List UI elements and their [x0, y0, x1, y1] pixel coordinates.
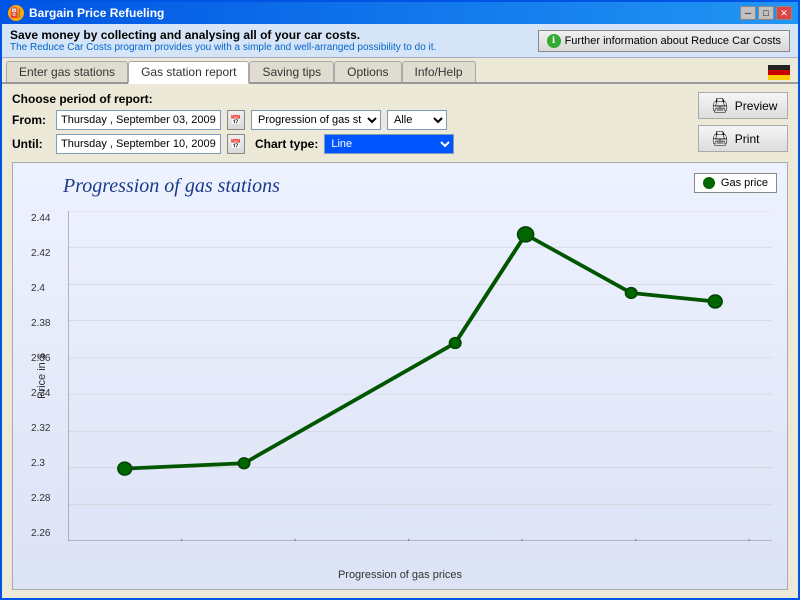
- y-val-6: 2.32: [31, 423, 50, 434]
- data-point-4: [626, 288, 637, 299]
- info-btn-icon: ℹ: [547, 34, 561, 48]
- info-bar: Save money by collecting and analysing a…: [2, 24, 798, 58]
- info-sub-text: The Reduce Car Costs program provides yo…: [10, 42, 436, 53]
- preview-icon: 🖨: [711, 97, 729, 114]
- minimize-button[interactable]: ─: [740, 6, 756, 20]
- y-val-0: 2.44: [31, 213, 50, 224]
- title-bar: ⛽ Bargain Price Refueling ─ □ ✕: [2, 2, 798, 24]
- data-point-0: [118, 462, 132, 475]
- legend-label: Gas price: [721, 177, 768, 189]
- chart-title: Progression of gas stations: [63, 175, 280, 198]
- data-point-3: [518, 227, 534, 242]
- tab-info-help[interactable]: Info/Help: [402, 61, 476, 82]
- period-label: Choose period of report:: [12, 92, 688, 106]
- from-calendar-button[interactable]: 📅: [227, 110, 245, 130]
- until-calendar-button[interactable]: 📅: [227, 134, 245, 154]
- print-label: Print: [735, 132, 760, 146]
- until-row: Until: 📅 Chart type: Line Bar Area: [12, 134, 688, 154]
- window-title: Bargain Price Refueling: [29, 6, 164, 20]
- main-window: ⛽ Bargain Price Refueling ─ □ ✕ Save mon…: [0, 0, 800, 600]
- chart-legend: Gas price: [694, 173, 777, 193]
- app-icon: ⛽: [8, 5, 24, 21]
- tab-options[interactable]: Options: [334, 61, 401, 82]
- print-icon: 🖨: [711, 130, 729, 147]
- chart-type-dropdown[interactable]: Line Bar Area: [324, 134, 454, 154]
- close-button[interactable]: ✕: [776, 6, 792, 20]
- from-label: From:: [12, 113, 50, 127]
- preview-label: Preview: [735, 99, 778, 113]
- further-info-button[interactable]: ℹ Further information about Reduce Car C…: [538, 30, 790, 52]
- tab-enter-gas[interactable]: Enter gas stations: [6, 61, 128, 82]
- chart-container: Progression of gas stations Gas price Pr…: [12, 162, 788, 590]
- until-label: Until:: [12, 137, 50, 151]
- data-point-2: [450, 338, 461, 349]
- controls-area: Choose period of report: From: 📅 Progres…: [12, 92, 788, 154]
- from-row: From: 📅 Progression of gas static Alle: [12, 110, 688, 130]
- y-val-4: 2.36: [31, 353, 50, 364]
- y-val-2: 2.4: [31, 283, 50, 294]
- main-content: Choose period of report: From: 📅 Progres…: [2, 84, 798, 598]
- alle-dropdown[interactable]: Alle: [387, 110, 447, 130]
- german-flag: [768, 65, 790, 80]
- y-val-5: 2.34: [31, 388, 50, 399]
- info-bar-text: Save money by collecting and analysing a…: [10, 28, 436, 53]
- x-axis-label: Progression of gas prices: [338, 569, 462, 581]
- chart-line: [125, 234, 715, 468]
- y-val-9: 2.26: [31, 528, 50, 539]
- chart-svg: [68, 211, 772, 541]
- title-buttons: ─ □ ✕: [740, 6, 792, 20]
- flag-yellow: [768, 75, 790, 80]
- controls-right: 🖨 Preview 🖨 Print: [698, 92, 788, 152]
- controls-left: Choose period of report: From: 📅 Progres…: [12, 92, 688, 154]
- from-date-input[interactable]: [56, 110, 221, 130]
- info-main-text: Save money by collecting and analysing a…: [10, 28, 436, 42]
- data-point-1: [238, 458, 249, 469]
- y-val-8: 2.28: [31, 493, 50, 504]
- y-val-3: 2.38: [31, 318, 50, 329]
- restore-button[interactable]: □: [758, 6, 774, 20]
- further-info-label: Further information about Reduce Car Cos…: [565, 35, 781, 47]
- print-button[interactable]: 🖨 Print: [698, 125, 788, 152]
- preview-button[interactable]: 🖨 Preview: [698, 92, 788, 119]
- y-axis-values: 2.44 2.42 2.4 2.38 2.36 2.34 2.32 2.3 2.…: [31, 213, 50, 539]
- until-date-input[interactable]: [56, 134, 221, 154]
- tab-gas-report[interactable]: Gas station report: [128, 61, 249, 84]
- y-val-1: 2.42: [31, 248, 50, 259]
- title-bar-left: ⛽ Bargain Price Refueling: [8, 5, 164, 21]
- chart-type-label: Chart type:: [255, 137, 318, 151]
- y-val-7: 2.3: [31, 458, 50, 469]
- tab-saving-tips[interactable]: Saving tips: [249, 61, 334, 82]
- data-point-5: [708, 295, 722, 308]
- legend-dot: [703, 177, 715, 189]
- progression-dropdown[interactable]: Progression of gas static: [251, 110, 381, 130]
